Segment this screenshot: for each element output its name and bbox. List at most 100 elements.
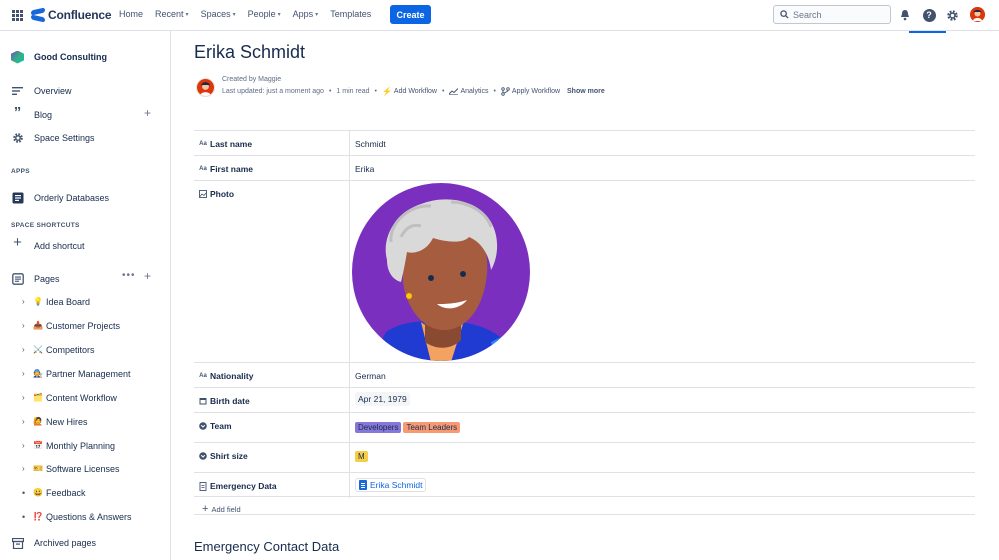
add-shortcut-button[interactable]: + Add shortcut [0, 234, 171, 253]
sidebar-item-space-settings[interactable]: Space Settings [0, 131, 171, 145]
select-dropdown-icon [199, 452, 207, 460]
calendar-icon [199, 398, 207, 405]
chevron-right-icon[interactable]: › [22, 321, 25, 330]
workflow-branch-icon [501, 87, 510, 96]
nav-apps[interactable]: Apps ▾ [293, 9, 319, 19]
sidebar-item-orderly-databases[interactable]: Orderly Databases [0, 191, 171, 205]
app-switcher-icon[interactable] [12, 10, 23, 21]
emergency-page-link[interactable]: Erika Schmidt [355, 478, 427, 492]
tree-item[interactable]: › 🎫 Software Licenses [0, 464, 171, 478]
analytics-button[interactable]: Analytics [449, 88, 488, 95]
page-emoji-icon: ⚔️ [33, 345, 43, 354]
page-emoji-icon: 📥 [33, 321, 43, 330]
apply-workflow-button[interactable]: Apply Workflow [501, 87, 560, 96]
chevron-right-icon[interactable]: › [22, 297, 25, 306]
bullet-icon: • [22, 512, 26, 522]
select-dropdown-icon [199, 422, 207, 430]
nav-people[interactable]: People ▾ [248, 9, 281, 19]
analytics-chart-icon [449, 88, 459, 95]
apps-section-heading: APPS [11, 168, 30, 175]
page-emoji-icon: 🙋 [33, 417, 43, 426]
chevron-right-icon[interactable]: › [22, 369, 25, 378]
user-avatar[interactable] [970, 7, 985, 22]
text-field-icon: Aa [199, 141, 207, 147]
sidebar-item-pages[interactable]: Pages ••• + [0, 269, 171, 286]
overview-lines-icon [11, 85, 24, 98]
add-page-icon[interactable]: + [144, 269, 151, 283]
last-updated: Last updated: just a moment ago [222, 88, 324, 95]
image-field-icon [199, 190, 207, 198]
profile-photo[interactable] [351, 182, 531, 362]
team-tag[interactable]: Team Leaders [403, 422, 461, 433]
search-icon [780, 10, 789, 19]
nav-recent[interactable]: Recent ▾ [155, 9, 189, 19]
tree-item[interactable]: › 💡 Idea Board [0, 297, 171, 311]
tree-item[interactable]: › 📅 Monthly Planning [0, 441, 171, 455]
property-row-team[interactable]: Team Developers Team Leaders [194, 412, 975, 443]
pages-icon [11, 273, 24, 286]
workflow-sparkle-icon: ⚡ [381, 87, 392, 96]
help-icon[interactable]: ? [922, 8, 936, 22]
property-row-nationality[interactable]: Aa Nationality German [194, 362, 975, 388]
property-row-emergency-data[interactable]: Emergency Data Erika Schmidt [194, 472, 975, 498]
page-emoji-icon: 📅 [33, 441, 43, 450]
create-button[interactable]: Create [390, 5, 431, 24]
page-emoji-icon: ⁉️ [33, 512, 43, 521]
nav-home[interactable]: Home [119, 9, 143, 19]
nav-menu: Home Recent ▾ Spaces ▾ People ▾ Apps ▾ Templ… [119, 9, 383, 19]
space-cube-icon [11, 50, 24, 64]
tree-item[interactable]: › 📥 Customer Projects [0, 321, 171, 335]
chevron-right-icon[interactable]: › [22, 393, 25, 402]
property-row-birth-date[interactable]: Birth date Apr 21, 1979 [194, 387, 975, 413]
shirt-size-tag[interactable]: M [355, 451, 368, 462]
chevron-down-icon: ▾ [185, 11, 189, 18]
space-header[interactable]: Good Consulting [0, 50, 171, 64]
search-input[interactable] [793, 9, 883, 20]
chevron-down-icon: ▾ [277, 11, 281, 18]
chevron-right-icon[interactable]: › [22, 345, 25, 354]
chevron-right-icon[interactable]: › [22, 417, 25, 426]
page-emoji-icon: 🎫 [33, 464, 43, 473]
nav-spaces[interactable]: Spaces ▾ [201, 9, 236, 19]
add-blog-icon[interactable]: + [144, 106, 151, 120]
add-workflow-button[interactable]: ⚡ Add Workflow [382, 87, 437, 96]
tree-item[interactable]: › ⚔️ Competitors [0, 345, 171, 359]
search-box[interactable] [773, 5, 891, 24]
text-field-icon: Aa [199, 166, 207, 172]
settings-gear-icon[interactable] [945, 8, 959, 22]
main-content: Erika Schmidt Created by Maggie Last upd… [172, 31, 999, 560]
chevron-right-icon[interactable]: › [22, 464, 25, 473]
show-more-button[interactable]: Show more [567, 88, 605, 95]
team-tag[interactable]: Developers [355, 422, 402, 433]
table-bottom-divider [194, 514, 975, 515]
sidebar-item-overview[interactable]: Overview [0, 84, 171, 98]
sidebar-item-blog[interactable]: ” Blog + [0, 104, 171, 122]
archive-box-icon [11, 537, 24, 550]
page-emoji-icon: 💡 [33, 297, 43, 306]
bullet-icon: • [22, 488, 26, 498]
tree-item[interactable]: • 😀 Feedback [0, 488, 171, 502]
tree-item[interactable]: • ⁉️ Questions & Answers [0, 512, 171, 526]
property-row-photo[interactable]: Photo [194, 180, 975, 363]
confluence-logo[interactable]: Confluence [31, 8, 112, 22]
settings-gear-icon [11, 132, 24, 145]
tree-item[interactable]: › 🙋 New Hires [0, 417, 171, 431]
nav-templates[interactable]: Templates [330, 9, 371, 19]
tree-item[interactable]: › 🗂️ Content Workflow [0, 393, 171, 407]
database-app-icon [11, 192, 24, 205]
property-row-shirt-size[interactable]: Shirt size M [194, 442, 975, 473]
quote-icon: ” [13, 104, 22, 121]
author-avatar[interactable] [196, 78, 215, 97]
property-row-last-name[interactable]: Aa Last name Schmidt [194, 130, 975, 156]
page-title: Erika Schmidt [194, 42, 306, 62]
more-actions-icon[interactable]: ••• [122, 270, 136, 281]
tree-item[interactable]: › 🧑‍🔧 Partner Management [0, 369, 171, 383]
chevron-right-icon[interactable]: › [22, 441, 25, 450]
notifications-icon[interactable] [898, 8, 912, 22]
property-row-first-name[interactable]: Aa First name Erika [194, 155, 975, 181]
sidebar: Good Consulting Overview ” Blog + Space … [0, 31, 171, 560]
read-time: 1 min read [336, 88, 370, 95]
sidebar-item-archived-pages[interactable]: Archived pages [0, 536, 171, 550]
date-value[interactable]: Apr 21, 1979 [355, 392, 410, 406]
page-emoji-icon: 🗂️ [33, 393, 43, 402]
